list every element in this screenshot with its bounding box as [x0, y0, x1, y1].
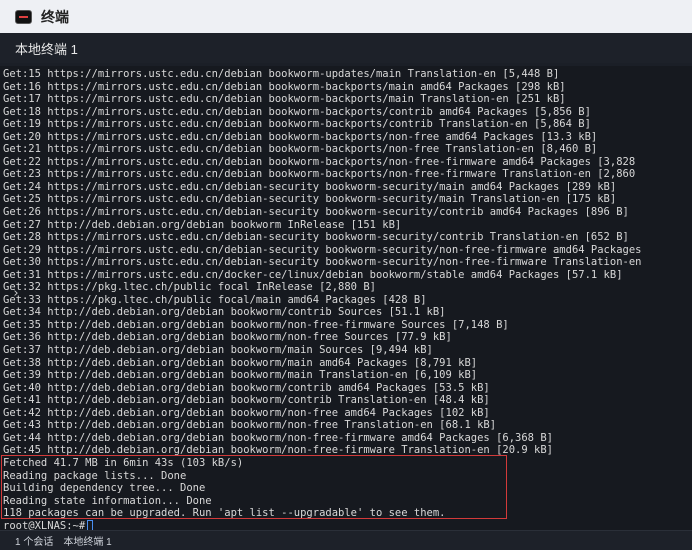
terminal-output[interactable]: Get:15 https://mirrors.ustc.edu.cn/debia…: [0, 66, 692, 530]
terminal-line: Get:27 http://deb.debian.org/debian book…: [3, 218, 402, 231]
terminal-line: Get:34 http://deb.debian.org/debian book…: [3, 306, 446, 319]
terminal-line: Get:45 http://deb.debian.org/debian book…: [3, 444, 553, 457]
terminal-line: Get:22 https://mirrors.ustc.edu.cn/debia…: [3, 155, 636, 168]
terminal-line: Get:25 https://mirrors.ustc.edu.cn/debia…: [3, 193, 617, 206]
terminal-line: Get:42 http://deb.debian.org/debian book…: [3, 406, 490, 419]
session-count: 1 个会话: [15, 537, 54, 548]
terminal-line: Get:29 https://mirrors.ustc.edu.cn/debia…: [3, 243, 642, 256]
terminal-line: Building dependency tree... Done: [3, 482, 206, 495]
terminal-line: Get:33 https://pkg.ltec.ch/public focal/…: [3, 293, 427, 306]
terminal-line: Get:35 http://deb.debian.org/debian book…: [3, 318, 509, 331]
terminal-line: Get:20 https://mirrors.ustc.edu.cn/debia…: [3, 130, 598, 143]
terminal-line: Get:17 https://mirrors.ustc.edu.cn/debia…: [3, 93, 566, 106]
chevron-right-icon[interactable]: ›: [8, 286, 24, 302]
window-title: 终端: [41, 8, 69, 25]
terminal-line: Get:23 https://mirrors.ustc.edu.cn/debia…: [3, 168, 636, 181]
terminal-line: Get:15 https://mirrors.ustc.edu.cn/debia…: [3, 68, 560, 80]
terminal-line: Fetched 41.7 MB in 6min 43s (103 kB/s): [3, 456, 244, 469]
terminal-lines: Get:15 https://mirrors.ustc.edu.cn/debia…: [3, 68, 641, 530]
terminal-line: Get:26 https://mirrors.ustc.edu.cn/debia…: [3, 206, 629, 219]
terminal-line: Get:39 http://deb.debian.org/debian book…: [3, 369, 478, 382]
terminal-line: Get:30 https://mirrors.ustc.edu.cn/debia…: [3, 256, 642, 269]
tab-bar: 本地终端 1: [0, 33, 692, 63]
terminal-cursor: [87, 519, 94, 530]
terminal-line: Reading package lists... Done: [3, 469, 187, 482]
terminal-line: Get:38 http://deb.debian.org/debian book…: [3, 356, 478, 369]
session-name[interactable]: 本地终端 1: [63, 533, 111, 548]
terminal-line: Get:19 https://mirrors.ustc.edu.cn/debia…: [3, 118, 591, 131]
terminal-line: Get:44 http://deb.debian.org/debian book…: [3, 431, 553, 444]
terminal-line: Get:16 https://mirrors.ustc.edu.cn/debia…: [3, 80, 566, 93]
title-bar: 终端: [0, 0, 692, 34]
terminal-line: Get:24 https://mirrors.ustc.edu.cn/debia…: [3, 180, 617, 193]
terminal-line: Get:36 http://deb.debian.org/debian book…: [3, 331, 452, 344]
terminal-prompt: root@XLNAS:~#: [3, 519, 86, 530]
terminal-line: Reading state information... Done: [3, 494, 212, 507]
terminal-line: Get:31 https://mirrors.ustc.edu.cn/docke…: [3, 268, 623, 281]
terminal-prompt-line[interactable]: root@XLNAS:~#: [3, 519, 641, 530]
terminal-line: Get:21 https://mirrors.ustc.edu.cn/debia…: [3, 143, 598, 156]
terminal-app-icon: [15, 9, 32, 24]
terminal-line: Get:28 https://mirrors.ustc.edu.cn/debia…: [3, 231, 629, 244]
terminal-line: Get:43 http://deb.debian.org/debian book…: [3, 419, 497, 432]
terminal-line: Get:18 https://mirrors.ustc.edu.cn/debia…: [3, 105, 591, 118]
terminal-line: Get:41 http://deb.debian.org/debian book…: [3, 394, 490, 407]
terminal-line: Get:40 http://deb.debian.org/debian book…: [3, 381, 490, 394]
terminal-line: Get:32 https://pkg.ltec.ch/public focal …: [3, 281, 376, 294]
tab-local-terminal-1[interactable]: 本地终端 1: [15, 39, 78, 58]
terminal-line: 118 packages can be upgraded. Run 'apt l…: [3, 507, 446, 520]
status-bar: 1 个会话 本地终端 1: [0, 530, 692, 550]
terminal-line: Get:37 http://deb.debian.org/debian book…: [3, 344, 433, 357]
